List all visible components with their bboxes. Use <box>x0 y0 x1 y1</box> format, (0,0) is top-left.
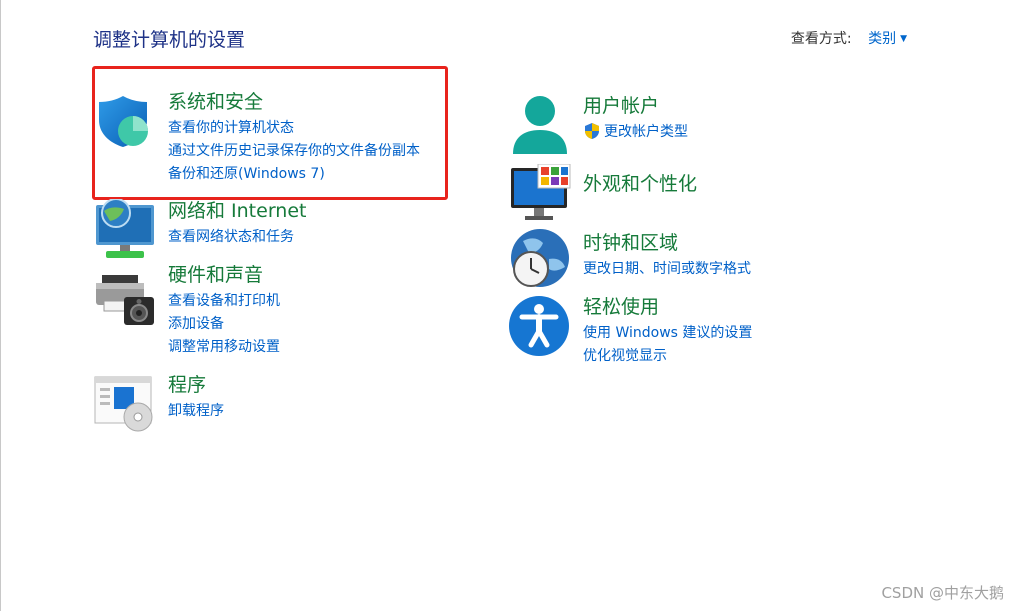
category-title-hardware-sound[interactable]: 硬件和声音 <box>168 263 280 287</box>
uac-shield-icon <box>585 123 599 139</box>
user-icon[interactable] <box>509 94 571 156</box>
category-title-programs[interactable]: 程序 <box>168 373 224 397</box>
printer-speaker-icon[interactable] <box>94 263 156 325</box>
window-edge <box>0 0 1 611</box>
highlight-box <box>92 66 448 200</box>
link-network-status-tasks[interactable]: 查看网络状态和任务 <box>168 226 306 249</box>
network-globe-icon[interactable] <box>94 199 156 261</box>
link-change-account-type-label: 更改帐户类型 <box>604 124 688 140</box>
link-uninstall-program[interactable]: 卸载程序 <box>168 400 224 423</box>
chevron-down-icon: ▼ <box>900 34 907 44</box>
monitor-icon[interactable] <box>509 164 571 226</box>
watermark: CSDN @中东大鹅 <box>881 584 1004 602</box>
category-title-ease-of-access[interactable]: 轻松使用 <box>583 295 752 319</box>
page-title: 调整计算机的设置 <box>93 29 246 51</box>
clock-globe-icon[interactable] <box>509 229 571 291</box>
category-title-clock-region[interactable]: 时钟和区域 <box>583 231 751 255</box>
category-title-network-internet[interactable]: 网络和 Internet <box>168 199 306 223</box>
link-change-date-time-format[interactable]: 更改日期、时间或数字格式 <box>583 258 751 281</box>
link-add-device[interactable]: 添加设备 <box>168 313 280 336</box>
link-optimize-visual-display[interactable]: 优化视觉显示 <box>583 345 752 368</box>
link-change-account-type[interactable]: 更改帐户类型 <box>583 121 688 144</box>
link-devices-printers[interactable]: 查看设备和打印机 <box>168 290 280 313</box>
programs-icon[interactable] <box>94 373 156 435</box>
link-windows-suggested-settings[interactable]: 使用 Windows 建议的设置 <box>583 322 752 345</box>
category-title-user-accounts[interactable]: 用户帐户 <box>583 94 688 118</box>
view-by-label: 查看方式: <box>790 31 852 47</box>
view-by-dropdown[interactable]: 类别 ▼ <box>868 31 907 47</box>
view-by: 查看方式: 类别 ▼ <box>791 28 907 48</box>
view-by-value: 类别 <box>868 31 897 47</box>
link-mobility-settings[interactable]: 调整常用移动设置 <box>168 336 280 359</box>
accessibility-icon[interactable] <box>509 295 571 357</box>
category-title-appearance[interactable]: 外观和个性化 <box>583 172 697 196</box>
